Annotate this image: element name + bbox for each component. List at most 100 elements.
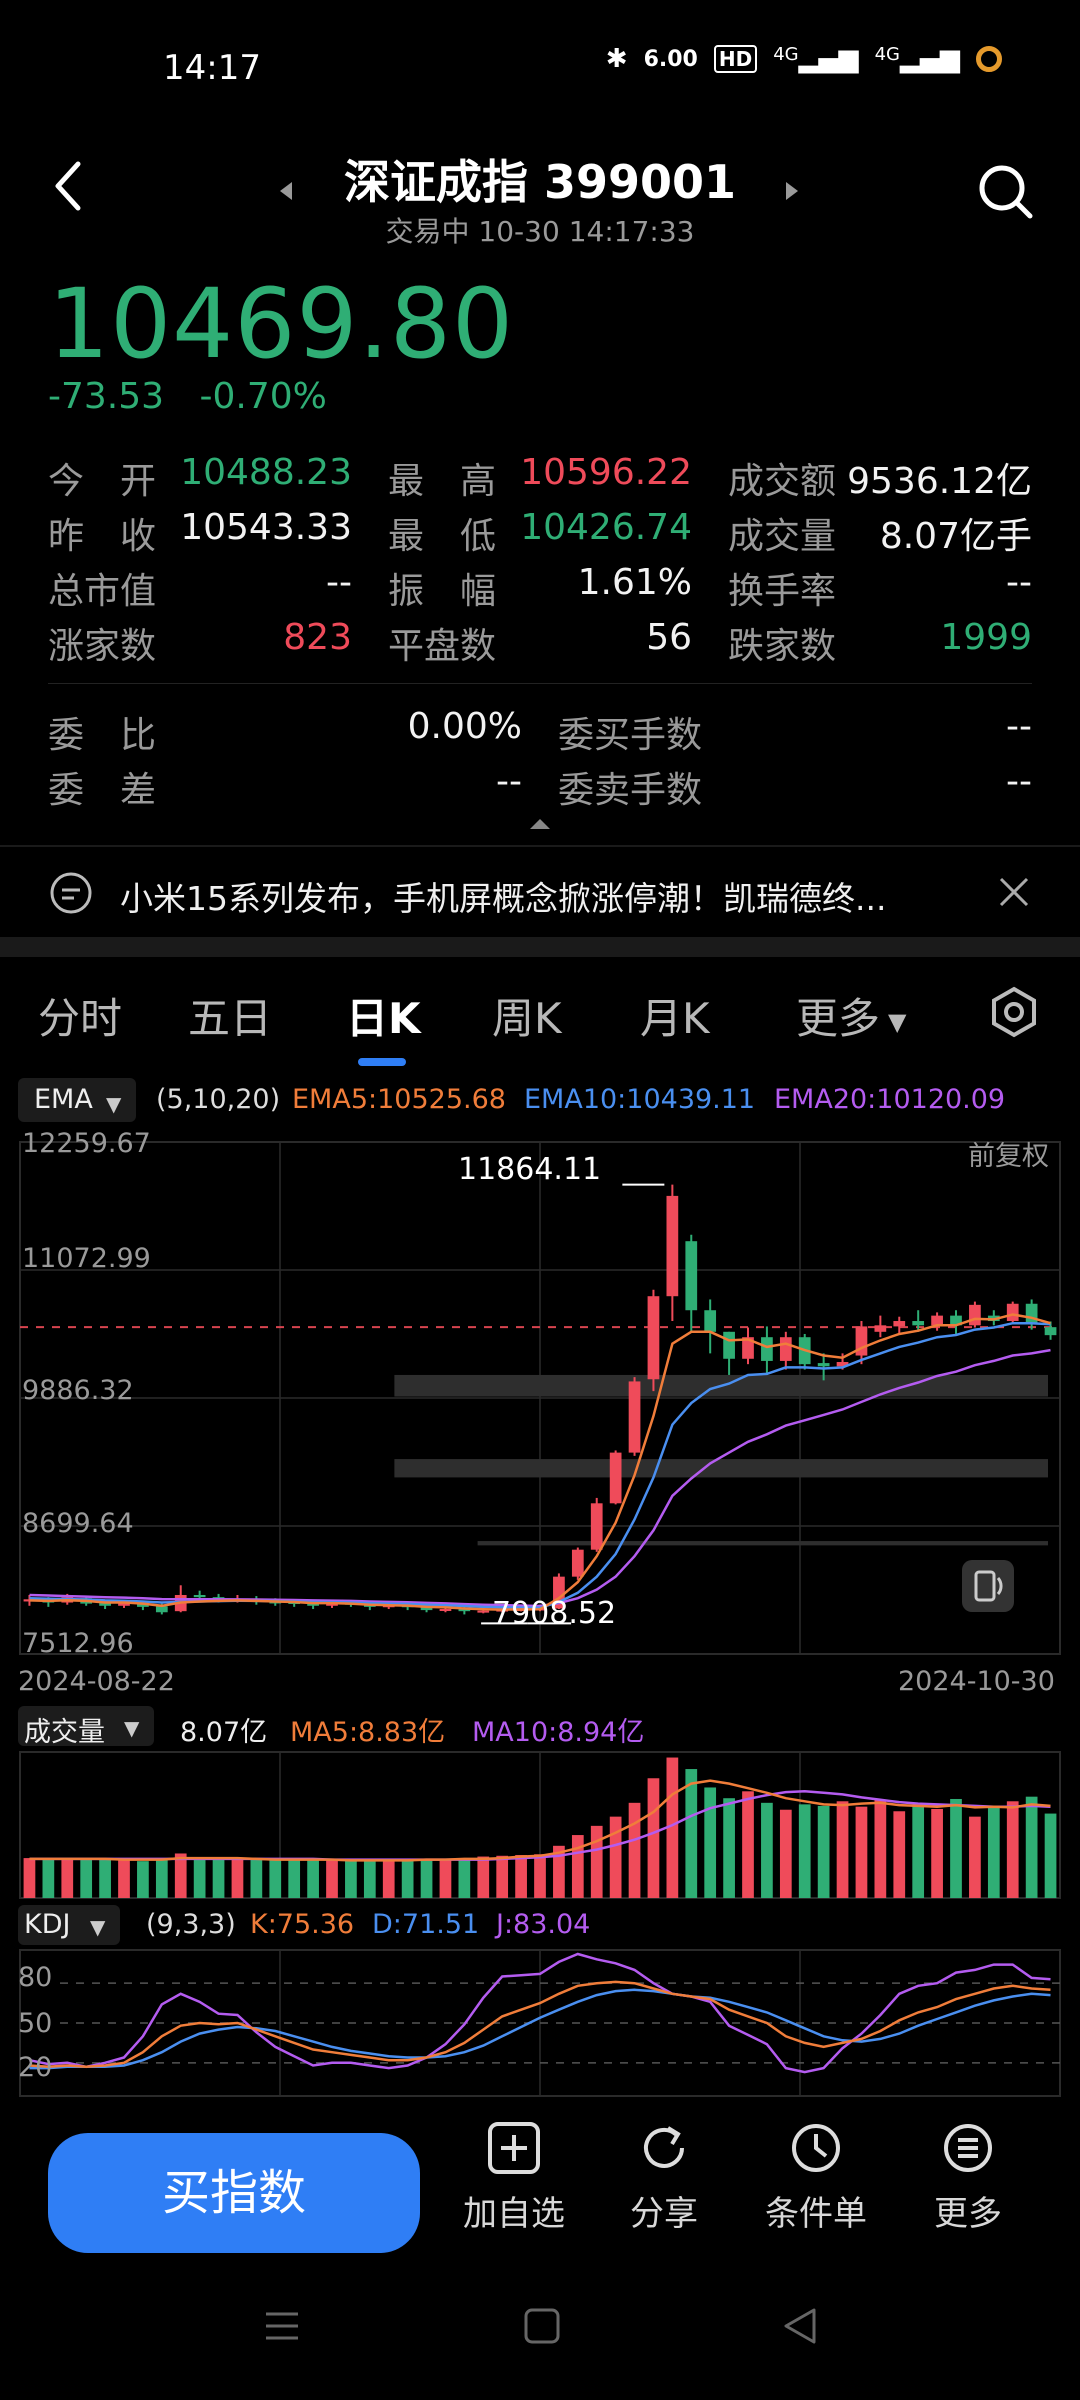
amount-value: 9536.12亿 bbox=[847, 461, 1032, 502]
rotate-screen-icon[interactable] bbox=[962, 1560, 1014, 1612]
add-watchlist-label: 加自选 bbox=[463, 2194, 565, 2234]
candle-body bbox=[155, 1606, 168, 1613]
volume-bar bbox=[779, 1809, 792, 1898]
kdj-tick-50: 50 bbox=[18, 2008, 53, 2039]
add-watchlist-button[interactable]: 加自选 bbox=[454, 2120, 574, 2235]
volume-bar bbox=[174, 1853, 187, 1898]
bluetooth-icon: ✱ bbox=[605, 44, 628, 74]
ema20-legend: EMA20:10120.09 bbox=[774, 1084, 1006, 1115]
price-band bbox=[394, 1459, 1048, 1478]
x-end-label: 2024-10-30 bbox=[898, 1666, 1055, 1697]
back-nav-icon[interactable] bbox=[780, 2306, 820, 2356]
volume-bar bbox=[458, 1858, 471, 1898]
clock-icon bbox=[792, 2124, 840, 2172]
tab-monthly-k[interactable]: 月K bbox=[640, 985, 710, 1046]
volume-layer bbox=[19, 1751, 1061, 1899]
amount-label: 成交额 bbox=[728, 461, 837, 502]
condition-order-button[interactable]: 条件单 bbox=[756, 2120, 876, 2235]
high-label: 最 高 bbox=[388, 461, 497, 502]
news-headline[interactable]: 小米15系列发布，手机屏概念掀涨停潮！凯瑞德终... bbox=[120, 872, 886, 920]
y-tick-1: 11072.99 bbox=[22, 1243, 151, 1274]
open-label: 今 开 bbox=[48, 461, 157, 502]
candle-body bbox=[704, 1310, 717, 1332]
buy-hands-value: -- bbox=[1006, 706, 1032, 747]
add-icon bbox=[488, 2122, 540, 2174]
candle-body bbox=[912, 1321, 925, 1326]
hd-icon: HD bbox=[713, 45, 758, 73]
volume-bar bbox=[1025, 1796, 1038, 1898]
kdj-tick-80: 80 bbox=[18, 1962, 53, 1993]
tab-five-day[interactable]: 五日 bbox=[188, 985, 272, 1046]
kdj-label: KDJ bbox=[24, 1909, 71, 1940]
volume-bar bbox=[99, 1858, 111, 1898]
tab-daily-k[interactable]: 日K bbox=[346, 985, 421, 1046]
volume-bar bbox=[647, 1778, 660, 1898]
volume-bar bbox=[42, 1859, 55, 1898]
buy-index-button[interactable]: 买指数 bbox=[48, 2133, 420, 2253]
volume-bar bbox=[742, 1791, 754, 1898]
amplitude-label: 振 幅 bbox=[388, 571, 497, 612]
max-price-label: 11864.11 bbox=[458, 1152, 602, 1187]
condition-order-label: 条件单 bbox=[765, 2194, 867, 2234]
more-label: 更多 bbox=[934, 2194, 1002, 2234]
order-diff-label: 委 差 bbox=[48, 770, 157, 811]
volume-bar bbox=[439, 1858, 452, 1898]
volume-bar bbox=[571, 1835, 584, 1898]
min-price-label: 7908.52 bbox=[492, 1596, 617, 1631]
volume-label: 成交量 bbox=[24, 1717, 105, 1748]
collapse-arrow-icon[interactable] bbox=[528, 816, 552, 835]
volume-bar bbox=[855, 1806, 868, 1898]
trade-status: 交易中 10-30 14:17:33 bbox=[385, 215, 695, 248]
home-nav-icon[interactable] bbox=[522, 2306, 562, 2356]
kdj-k: K:75.36 bbox=[250, 1909, 355, 1940]
current-price: 10469.80 bbox=[48, 268, 515, 380]
menu-nav-icon[interactable] bbox=[262, 2306, 302, 2356]
prev-close-value: 10543.33 bbox=[180, 507, 352, 548]
order-ratio-value: 0.00% bbox=[407, 706, 522, 747]
volume-bar bbox=[401, 1859, 414, 1898]
signal-icon-2: 4G▂▄▆ bbox=[874, 44, 960, 74]
settings-icon[interactable] bbox=[988, 986, 1040, 1042]
volume-bar bbox=[137, 1861, 149, 1898]
share-button[interactable]: 分享 bbox=[604, 2120, 724, 2235]
down-count-label: 跌家数 bbox=[728, 626, 837, 667]
volume-bar bbox=[80, 1859, 93, 1898]
flat-count-label: 平盘数 bbox=[388, 626, 497, 667]
tab-more[interactable]: 更多 ▼ bbox=[796, 985, 906, 1046]
volume-bar bbox=[155, 1858, 168, 1898]
search-icon[interactable] bbox=[978, 164, 1034, 224]
volume-bar bbox=[420, 1859, 433, 1898]
kdj-tick-20: 20 bbox=[18, 2052, 53, 2083]
status-time: 14:17 bbox=[163, 48, 261, 88]
volume-bar bbox=[477, 1856, 490, 1898]
tab-weekly-k[interactable]: 周K bbox=[492, 985, 562, 1046]
up-count-label: 涨家数 bbox=[48, 626, 157, 667]
tab-intraday[interactable]: 分时 bbox=[38, 985, 122, 1046]
volume-bar bbox=[326, 1859, 338, 1898]
adjust-label[interactable]: 前复权 bbox=[968, 1134, 1049, 1173]
volume-bar bbox=[1006, 1801, 1019, 1898]
volume-bar bbox=[288, 1859, 301, 1898]
volume-bar bbox=[987, 1806, 1000, 1898]
amplitude-value: 1.61% bbox=[577, 562, 692, 603]
mcap-value: -- bbox=[326, 562, 352, 603]
volume-bar bbox=[382, 1860, 395, 1898]
volume-bar bbox=[969, 1816, 981, 1898]
volume-bar bbox=[893, 1811, 906, 1898]
battery-icon bbox=[976, 46, 1002, 72]
down-count-value: 1999 bbox=[940, 617, 1032, 658]
close-icon[interactable] bbox=[998, 876, 1030, 912]
tab-more-label: 更多 bbox=[796, 994, 881, 1043]
change-value: -73.53 bbox=[48, 376, 165, 417]
kdj-layer bbox=[19, 1949, 1061, 2097]
candle-body bbox=[761, 1337, 773, 1361]
volume-bar bbox=[269, 1859, 282, 1898]
dropdown-icon: ▼ bbox=[106, 1092, 122, 1116]
menu-icon bbox=[944, 2124, 992, 2172]
y-tick-2: 9886.32 bbox=[22, 1375, 134, 1406]
volume-bar bbox=[61, 1858, 74, 1898]
more-button[interactable]: 更多 bbox=[908, 2120, 1028, 2235]
candle-body bbox=[969, 1304, 981, 1326]
volume-bar bbox=[950, 1798, 962, 1898]
volume-label: 成交量 bbox=[728, 516, 837, 557]
